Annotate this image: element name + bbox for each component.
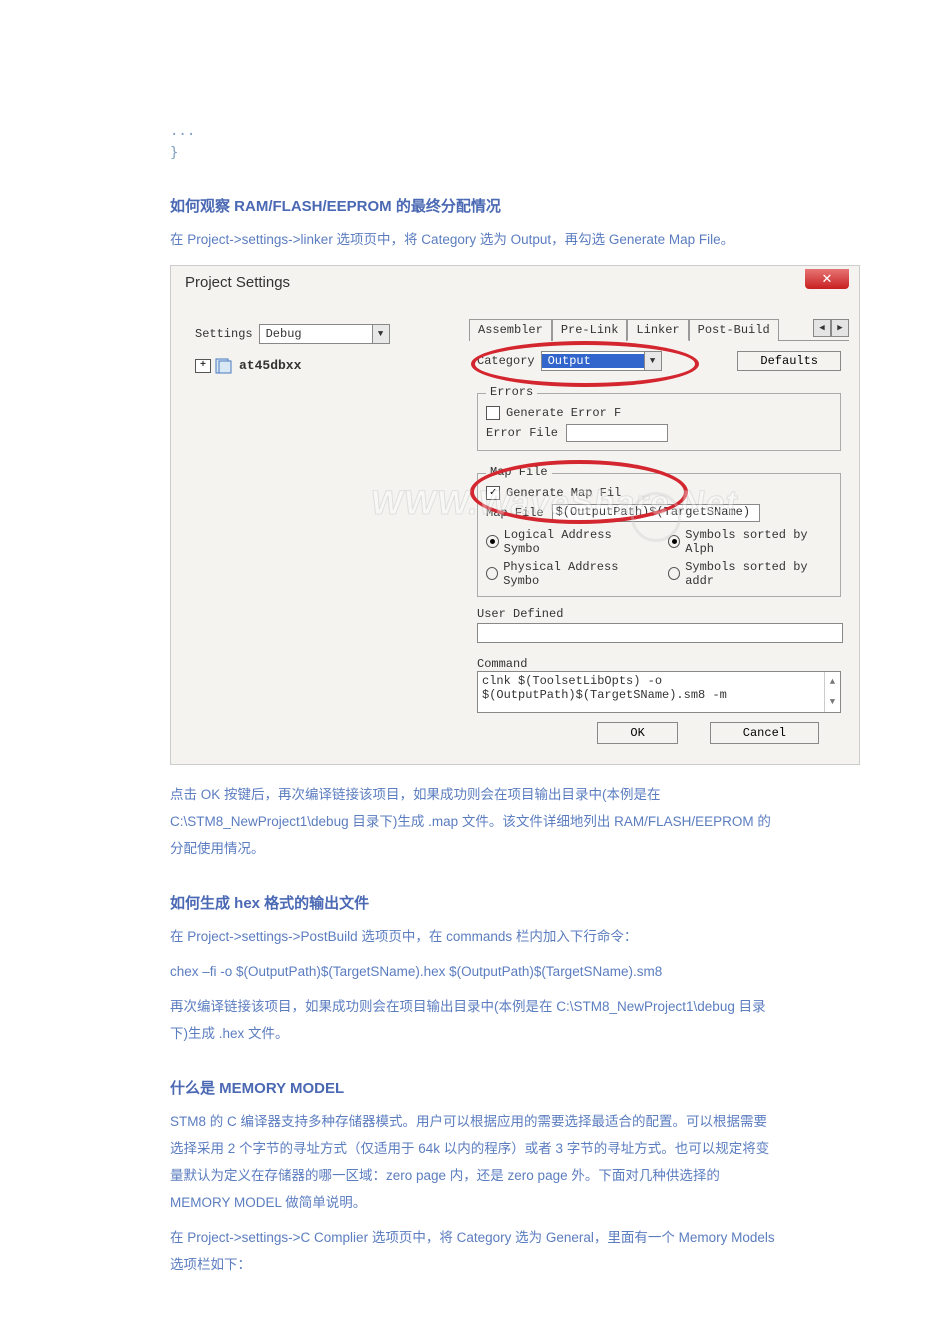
tree-project-icon	[215, 358, 233, 374]
radio-physical[interactable]: Physical Address Symbo	[486, 560, 650, 588]
paragraph: 在 Project->settings->linker 选项页中，将 Categ…	[170, 226, 775, 253]
error-file-input[interactable]	[566, 424, 668, 442]
code-line: }	[170, 142, 775, 164]
scroll-up-icon: ▲	[825, 672, 840, 692]
close-icon: ✕	[822, 271, 833, 287]
dialog-title: Project Settings	[185, 274, 290, 291]
watermark-text: WWW.WaveShare.Net	[368, 484, 741, 523]
section-title-ram: 如何观察 RAM/FLASH/EEPROM 的最终分配情况	[170, 195, 775, 216]
tab-postbuild[interactable]: Post-Build	[689, 319, 779, 341]
project-settings-dialog: Project Settings ✕ Settings Debug ▼ + at…	[170, 265, 860, 765]
category-value: Output	[542, 354, 644, 368]
paragraph: STM8 的 C 编译器支持多种存储器模式。用户可以根据应用的需要选择最适合的配…	[170, 1108, 775, 1216]
command-label: Command	[477, 657, 841, 671]
code-block: ... }	[170, 120, 775, 165]
user-defined-label: User Defined	[477, 607, 841, 621]
user-defined-input[interactable]	[477, 623, 843, 643]
command-textarea[interactable]: clnk $(ToolsetLibOpts) -o $(OutputPath)$…	[477, 671, 841, 713]
tab-linker[interactable]: Linker	[627, 319, 688, 341]
radio-logical[interactable]: Logical Address Symbo	[486, 528, 650, 556]
close-button[interactable]: ✕	[805, 269, 849, 289]
ok-button[interactable]: OK	[597, 722, 677, 744]
category-row: Category Output ▼ Defaults	[477, 351, 841, 371]
settings-label: Settings	[195, 327, 253, 341]
paragraph: 再次编译链接该项目，如果成功则会在项目输出目录中(本例是在 C:\STM8_Ne…	[170, 993, 775, 1047]
scroll-down-icon: ▼	[825, 692, 840, 712]
command-value: clnk $(ToolsetLibOpts) -o $(OutputPath)$…	[482, 674, 727, 702]
errors-fieldset: Errors Generate Error F Error File	[477, 393, 841, 451]
category-label: Category	[477, 354, 535, 368]
tab-bar: Assembler Pre-Link Linker Post-Build ◀ ▶	[469, 318, 849, 341]
scrollbar[interactable]: ▲▼	[824, 672, 840, 712]
radio-sorted-alpha[interactable]: Symbols sorted by Alph	[668, 528, 832, 556]
radio-icon	[486, 567, 498, 580]
settings-value: Debug	[260, 327, 372, 341]
paragraph: 在 Project->settings->C Complier 选项页中，将 C…	[170, 1224, 775, 1278]
generate-error-label: Generate Error F	[506, 406, 621, 420]
user-defined-section: User Defined	[477, 607, 841, 647]
error-file-label: Error File	[486, 426, 558, 440]
defaults-button[interactable]: Defaults	[737, 351, 841, 371]
chevron-down-icon: ▼	[644, 352, 661, 370]
tab-scroll-left[interactable]: ◀	[813, 319, 831, 337]
settings-dropdown[interactable]: Debug ▼	[259, 324, 390, 344]
watermark-badge-icon	[631, 492, 681, 542]
tree-expand-icon[interactable]: +	[195, 359, 211, 373]
chevron-down-icon: ▼	[372, 325, 389, 343]
project-tree-item[interactable]: + at45dbxx	[195, 358, 455, 374]
radio-icon	[486, 535, 499, 548]
paragraph: 在 Project->settings->PostBuild 选项页中，在 co…	[170, 923, 775, 950]
radio-icon	[668, 567, 680, 580]
code-line: ...	[170, 120, 775, 142]
tab-assembler[interactable]: Assembler	[469, 319, 552, 341]
tab-prelink[interactable]: Pre-Link	[552, 319, 628, 341]
command-text: chex –fi -o $(OutputPath)$(TargetSName).…	[170, 958, 775, 985]
radio-sorted-addr[interactable]: Symbols sorted by addr	[668, 560, 832, 588]
category-dropdown[interactable]: Output ▼	[541, 351, 662, 371]
errors-legend: Errors	[486, 385, 537, 399]
settings-combo-row: Settings Debug ▼	[195, 324, 455, 344]
section-title-hex: 如何生成 hex 格式的输出文件	[170, 892, 775, 913]
cancel-button[interactable]: Cancel	[710, 722, 819, 744]
mapfile-legend: Map File	[486, 465, 552, 479]
command-section: Command clnk $(ToolsetLibOpts) -o $(Outp…	[477, 657, 841, 713]
tree-item-label: at45dbxx	[239, 358, 301, 373]
section-title-memory-model: 什么是 MEMORY MODEL	[170, 1077, 775, 1098]
paragraph: 点击 OK 按键后，再次编译链接该项目，如果成功则会在项目输出目录中(本例是在 …	[170, 781, 775, 862]
tab-scroll-right[interactable]: ▶	[831, 319, 849, 337]
generate-error-checkbox[interactable]	[486, 406, 500, 420]
